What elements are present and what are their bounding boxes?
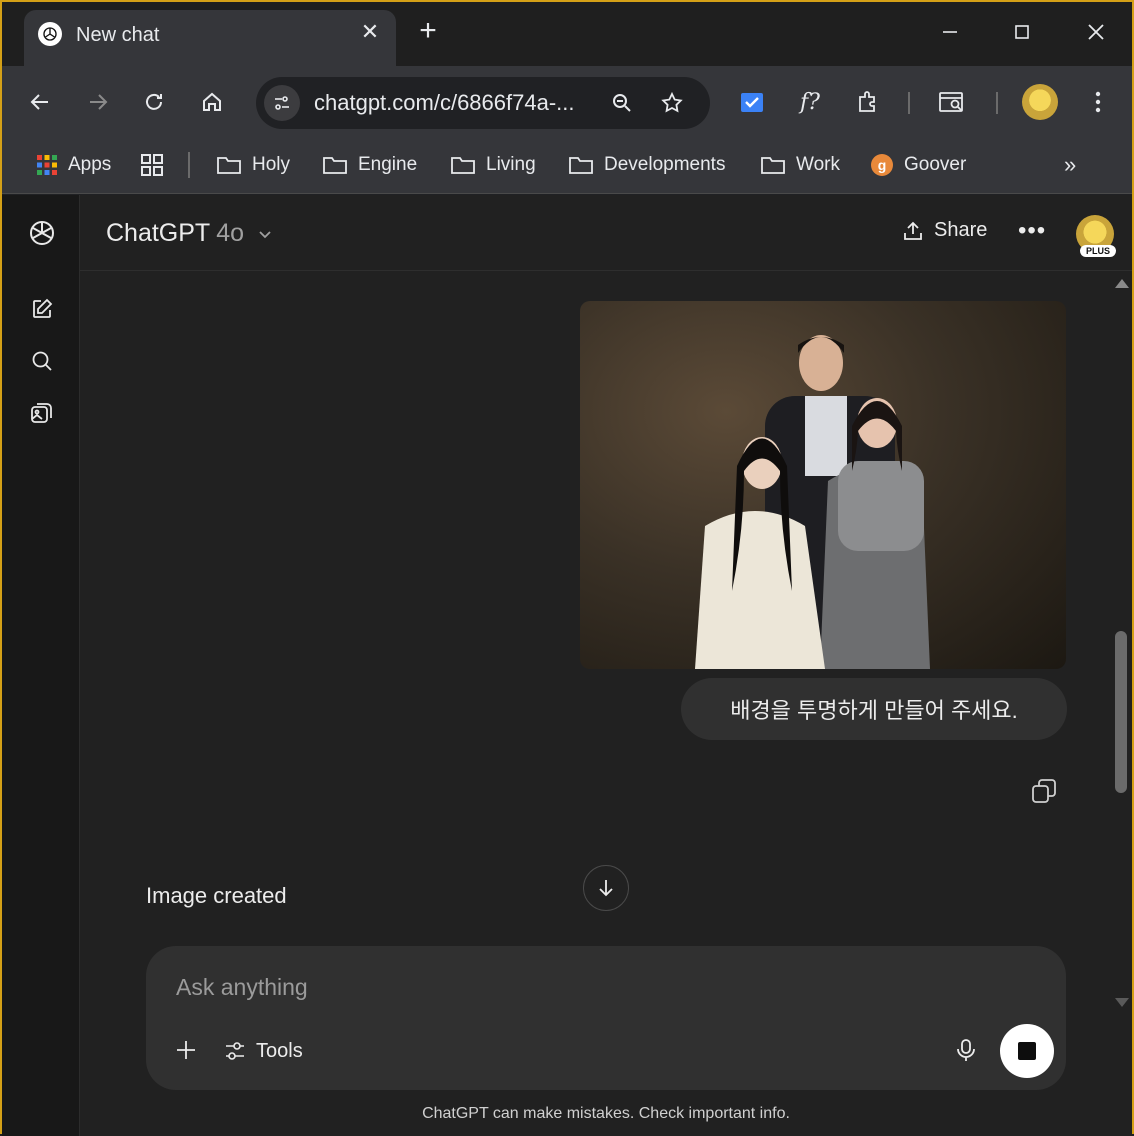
- profile-avatar[interactable]: [1022, 84, 1058, 120]
- model-version: 4o: [216, 219, 245, 247]
- calendar-extension-icon[interactable]: [736, 86, 768, 118]
- zoom-icon[interactable]: [606, 87, 638, 119]
- toolbar-divider: [908, 92, 910, 114]
- bookmark-holy[interactable]: Holy: [216, 150, 290, 180]
- bookmark-engine[interactable]: Engine: [322, 150, 417, 180]
- disclaimer-text: ChatGPT can make mistakes. Check importa…: [422, 1105, 790, 1122]
- toolbar-divider: [996, 92, 998, 114]
- apps-grid-icon: [36, 154, 58, 176]
- model-selector[interactable]: ChatGPT 4o: [106, 219, 273, 249]
- forward-arrow-icon[interactable]: [82, 86, 114, 118]
- new-tab-button[interactable]: +: [412, 16, 444, 48]
- url-text: chatgpt.com/c/6866f74a-...: [314, 90, 575, 115]
- more-options-icon[interactable]: •••: [1018, 217, 1046, 245]
- openai-logo-icon[interactable]: [26, 217, 58, 249]
- user-message-text: 배경을 투명하게 만들어 주세요.: [730, 698, 1018, 723]
- tab-strip: New chat ✕ +: [2, 2, 1132, 66]
- scroll-down-arrow-icon[interactable]: [1115, 998, 1129, 1007]
- folder-icon: [450, 154, 476, 176]
- scrollbar[interactable]: [1110, 271, 1132, 1136]
- share-label: Share: [934, 219, 988, 241]
- browser-toolbar: chatgpt.com/c/6866f74a-... f?: [2, 66, 1132, 138]
- stop-generating-button[interactable]: [1000, 1024, 1054, 1078]
- bookmark-divider: [188, 152, 190, 178]
- close-icon[interactable]: ✕: [358, 20, 382, 44]
- left-rail: [2, 195, 80, 1136]
- more-bookmarks-chevron-icon[interactable]: »: [1064, 150, 1076, 180]
- tab-groups-icon[interactable]: [140, 150, 164, 180]
- bookmark-label: Holy: [252, 154, 291, 175]
- copy-icon[interactable]: [1030, 777, 1060, 807]
- bookmark-label: Engine: [358, 154, 418, 175]
- tools-button[interactable]: Tools: [224, 1036, 303, 1066]
- folder-icon: [216, 154, 242, 176]
- new-chat-icon[interactable]: [26, 293, 58, 325]
- back-arrow-icon[interactable]: [24, 86, 56, 118]
- tab-search-icon[interactable]: [936, 86, 968, 118]
- bookmark-living[interactable]: Living: [450, 150, 536, 180]
- folder-icon: [568, 154, 594, 176]
- sliders-icon: [224, 1040, 246, 1062]
- bookmark-label: Living: [486, 154, 536, 175]
- tab-title: New chat: [76, 24, 160, 46]
- chat-header: ChatGPT 4o Share ••• PLUS: [80, 195, 1132, 271]
- bookmark-developments[interactable]: Developments: [568, 150, 725, 180]
- add-attachment-button[interactable]: [170, 1034, 202, 1066]
- microphone-icon: [955, 1038, 977, 1062]
- chevron-down-icon: [257, 220, 273, 249]
- folder-icon: [322, 154, 348, 176]
- bookmark-apps[interactable]: Apps: [36, 150, 111, 180]
- goover-logo-icon: g: [870, 153, 894, 177]
- microphone-button[interactable]: [950, 1034, 982, 1066]
- bookmark-goover[interactable]: g Goover: [870, 150, 966, 180]
- scrollbar-thumb[interactable]: [1115, 631, 1127, 793]
- tools-label: Tools: [256, 1039, 303, 1062]
- bookmark-label: Apps: [68, 154, 112, 175]
- bookmark-star-icon[interactable]: [656, 87, 688, 119]
- stop-icon: [1018, 1042, 1036, 1060]
- chatgpt-app: ChatGPT 4o Share ••• PLUS 배경을 투명하게 만들어 주…: [2, 195, 1132, 1136]
- share-icon: [902, 220, 924, 242]
- openai-logo-icon: [38, 22, 62, 46]
- browser-window: New chat ✕ + chatgpt.com/c/6866f74a-... …: [0, 0, 1134, 1136]
- uploaded-image[interactable]: [580, 301, 1066, 669]
- bookmark-label: Work: [796, 154, 840, 175]
- svg-text:g: g: [878, 157, 887, 173]
- browser-menu-icon[interactable]: [1082, 86, 1114, 118]
- close-window-button[interactable]: [1076, 16, 1116, 52]
- extensions-puzzle-icon[interactable]: [852, 86, 884, 118]
- minimize-button[interactable]: [930, 16, 970, 52]
- address-bar[interactable]: chatgpt.com/c/6866f74a-...: [256, 77, 710, 129]
- user-message-bubble: 배경을 투명하게 만들어 주세요.: [681, 678, 1067, 740]
- library-images-icon[interactable]: [26, 397, 58, 429]
- status-text: Image created: [146, 883, 287, 908]
- bookmarks-bar: Apps Holy Engine Living Developments Wor…: [2, 138, 1132, 194]
- folder-icon: [760, 154, 786, 176]
- share-button[interactable]: Share: [902, 219, 987, 242]
- prompt-input[interactable]: [176, 974, 876, 1001]
- bookmark-label: Developments: [604, 154, 726, 175]
- tab-new-chat[interactable]: New chat ✕: [24, 10, 396, 66]
- scroll-up-arrow-icon[interactable]: [1115, 279, 1129, 288]
- bookmark-label: Goover: [904, 154, 967, 175]
- site-settings-icon[interactable]: [264, 85, 300, 121]
- family-portrait-image: [695, 335, 930, 669]
- search-icon[interactable]: [26, 345, 58, 377]
- formula-extension-icon[interactable]: f?: [794, 86, 826, 118]
- bookmark-work[interactable]: Work: [760, 150, 840, 180]
- reload-icon[interactable]: [138, 86, 170, 118]
- composer: Tools: [146, 946, 1066, 1090]
- maximize-button[interactable]: [1002, 16, 1042, 52]
- arrow-down-icon: [595, 877, 617, 899]
- home-icon[interactable]: [196, 86, 228, 118]
- model-name: ChatGPT: [106, 219, 211, 247]
- plan-badge: PLUS: [1080, 245, 1117, 257]
- scroll-to-bottom-button[interactable]: [583, 865, 629, 911]
